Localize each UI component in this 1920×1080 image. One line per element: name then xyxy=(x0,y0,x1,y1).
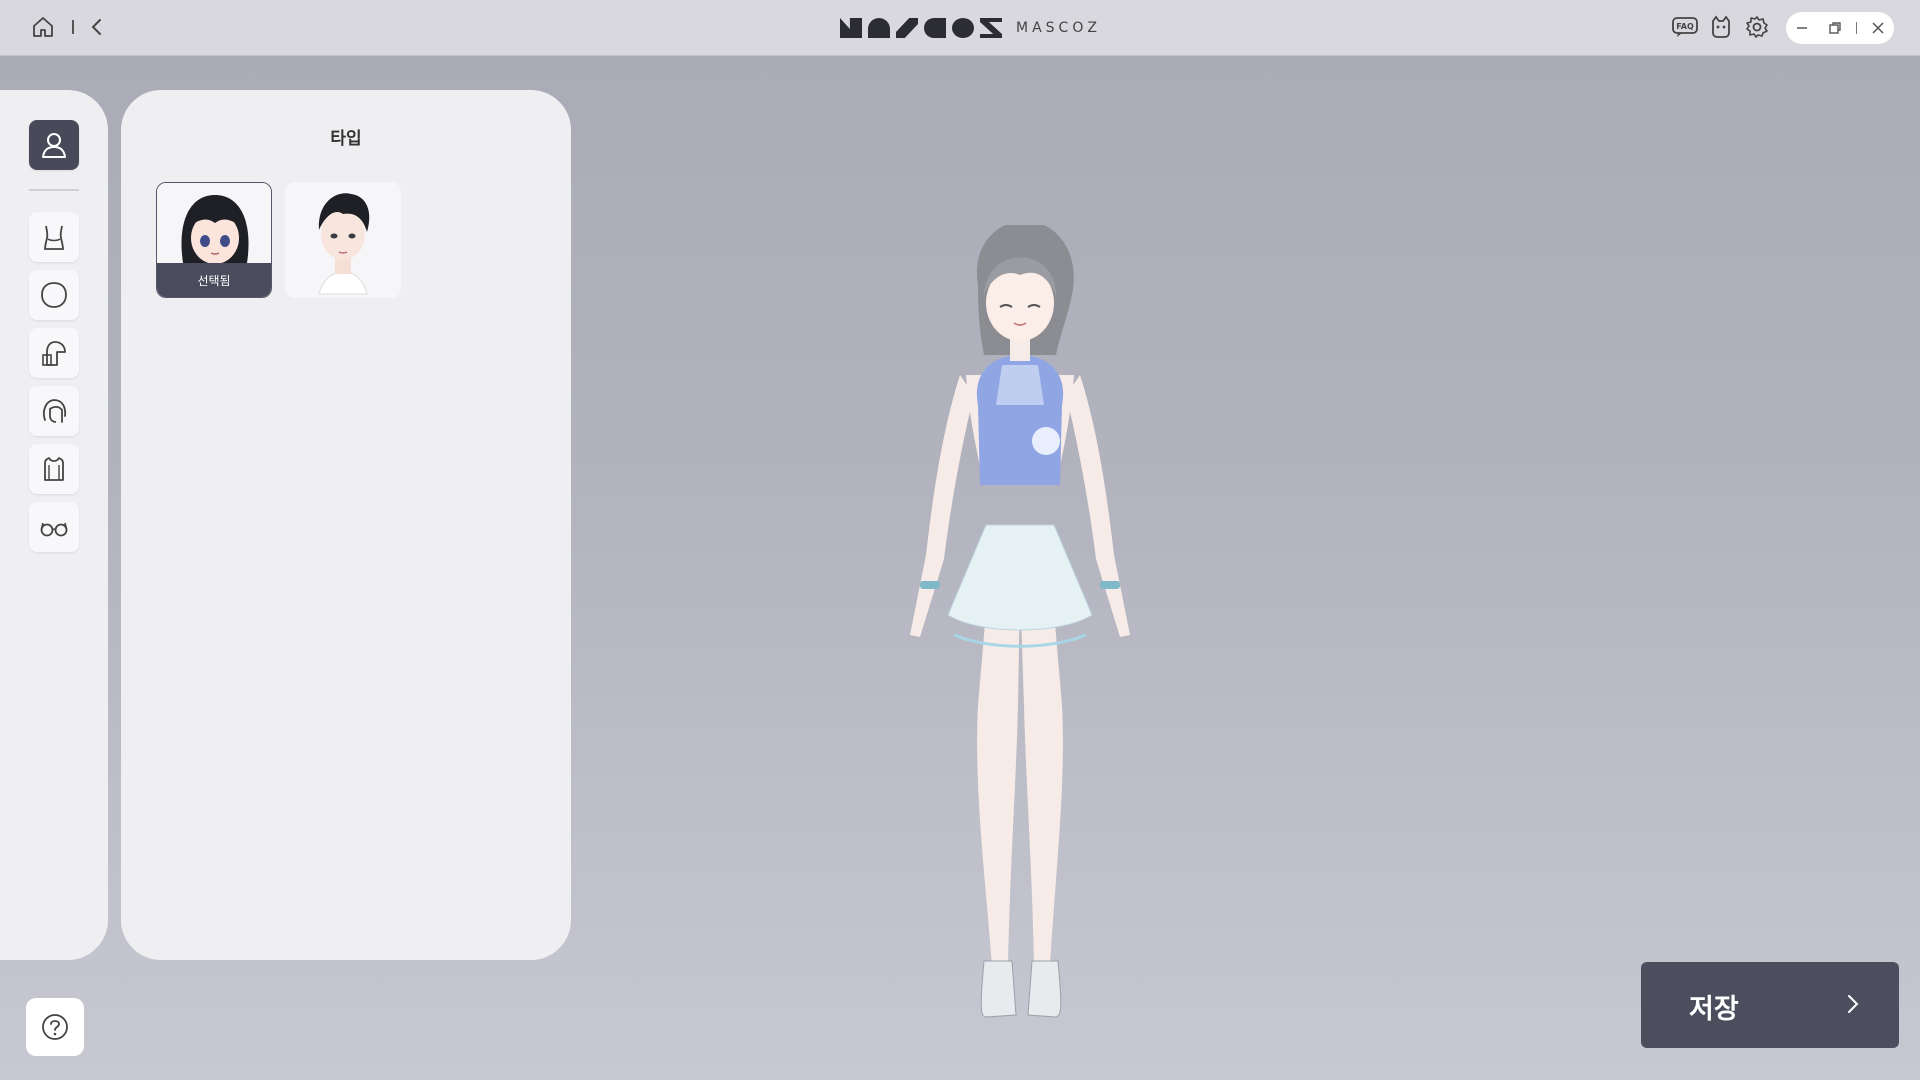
faq-icon[interactable]: FAQ xyxy=(1670,12,1700,42)
character-preview[interactable] xyxy=(860,220,1180,1035)
app-logo: MASCOZ xyxy=(840,17,1101,39)
restore-icon[interactable] xyxy=(1823,16,1847,40)
rail-item-clothing[interactable] xyxy=(29,444,79,494)
titlebar-divider xyxy=(72,20,74,34)
chevron-right-icon xyxy=(1845,992,1861,1020)
rail-item-hair[interactable] xyxy=(29,386,79,436)
person-icon xyxy=(42,133,66,158)
clothing-icon xyxy=(44,457,64,481)
save-label: 저장 xyxy=(1689,994,1739,1025)
help-icon xyxy=(42,1014,68,1040)
gear-icon[interactable] xyxy=(1742,12,1772,42)
panel-title: 타입 xyxy=(330,129,362,149)
logo-text: MASCOZ xyxy=(1016,20,1101,36)
rail-divider xyxy=(29,189,79,191)
skin-icon xyxy=(42,341,66,366)
character-model xyxy=(910,220,1130,1018)
rail-item-type[interactable] xyxy=(29,120,79,170)
mascot-icon[interactable] xyxy=(1706,12,1736,42)
window-controls xyxy=(1786,12,1894,44)
type-option-male[interactable] xyxy=(285,182,401,298)
home-icon[interactable] xyxy=(28,12,58,42)
selected-label: 선택됨 xyxy=(157,263,271,297)
glasses-icon xyxy=(40,522,68,537)
hair-icon xyxy=(42,399,67,423)
window-controls-divider xyxy=(1855,22,1857,34)
back-icon[interactable] xyxy=(82,12,112,42)
type-option-female[interactable]: 선택됨 xyxy=(156,182,272,298)
close-icon[interactable] xyxy=(1866,16,1890,40)
rail-item-face[interactable] xyxy=(29,270,79,320)
category-rail xyxy=(0,90,108,960)
rail-item-accessories[interactable] xyxy=(29,502,79,552)
type-panel: 타입 선택됨 xyxy=(121,90,571,960)
rail-item-skin[interactable] xyxy=(29,328,79,378)
face-shape-icon xyxy=(41,282,67,308)
help-button[interactable] xyxy=(26,998,84,1056)
male-avatar xyxy=(285,182,401,298)
save-button[interactable]: 저장 xyxy=(1641,962,1899,1048)
title-bar: MASCOZ FAQ xyxy=(0,0,1920,56)
minimize-icon[interactable] xyxy=(1790,16,1814,40)
faq-badge-text: FAQ xyxy=(1676,22,1694,31)
rail-item-body[interactable] xyxy=(29,212,79,262)
body-icon xyxy=(44,225,64,250)
